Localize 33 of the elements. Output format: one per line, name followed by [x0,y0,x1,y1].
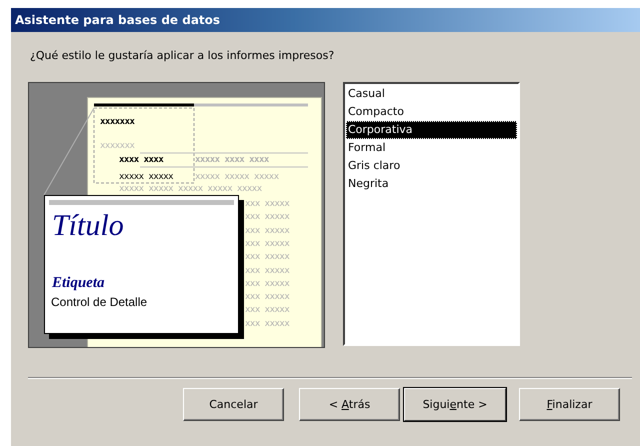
detail-row-text: xxx xxxxx [245,212,290,222]
group-subheader-text: xxxxxxx [100,141,134,151]
detail-row-text: xxx xxxxx [245,199,290,209]
style-option[interactable]: Corporativa [346,121,517,139]
detail-row-text: xxx xxxxx [245,278,290,289]
question-text: ¿Qué estilo le gustaría aplicar a los informes impresos? [30,49,334,62]
wizard-button[interactable]: Cancelar [183,388,284,421]
style-list[interactable]: Casual Compacto Corporativa Formal Gris claro Negrita [343,82,520,346]
style-option[interactable]: Formal [346,139,517,157]
wizard-button[interactable]: Siguiente > [404,388,506,421]
detail-row-text: xxxxx xxxxx xxxxx xxxxx xxxxx [119,184,262,194]
detail-row-text: xxxxx xxxxx xxxxx [195,172,279,182]
column-header-text: xxxxx xxxx xxxx [195,155,269,165]
wizard-button[interactable]: Finalizar [519,388,620,421]
detail-row-text: xxx xxxxx [245,266,290,276]
style-option[interactable]: Gris claro [346,157,517,175]
window-title: Asistente para bases de datos [11,8,640,32]
sample-label: Etiqueta [52,275,105,292]
style-option[interactable]: Compacto [346,103,517,121]
wizard-button[interactable]: < Atrás [299,388,400,421]
sample-title: Título [52,209,124,243]
detail-row-text: xxx xxxxx [245,292,290,302]
detail-row-text: xxx xxxxx [245,318,290,329]
detail-row-text: xxx xxxxx [245,252,290,262]
style-option[interactable]: Casual [346,85,517,103]
group-header-text: xxxxxxx [100,117,134,127]
style-option[interactable]: Negrita [346,175,517,193]
column-header-text: xxxx xxxx [119,155,164,165]
detail-row-text: xxx xxxxx [245,238,290,249]
detail-row-text: xxx xxxxx [245,226,290,236]
detail-row-text: xxx xxxxx [245,305,290,316]
detail-row-text: xxxxx xxxxx [119,172,174,182]
sample-detail: Control de Detalle [51,295,148,309]
